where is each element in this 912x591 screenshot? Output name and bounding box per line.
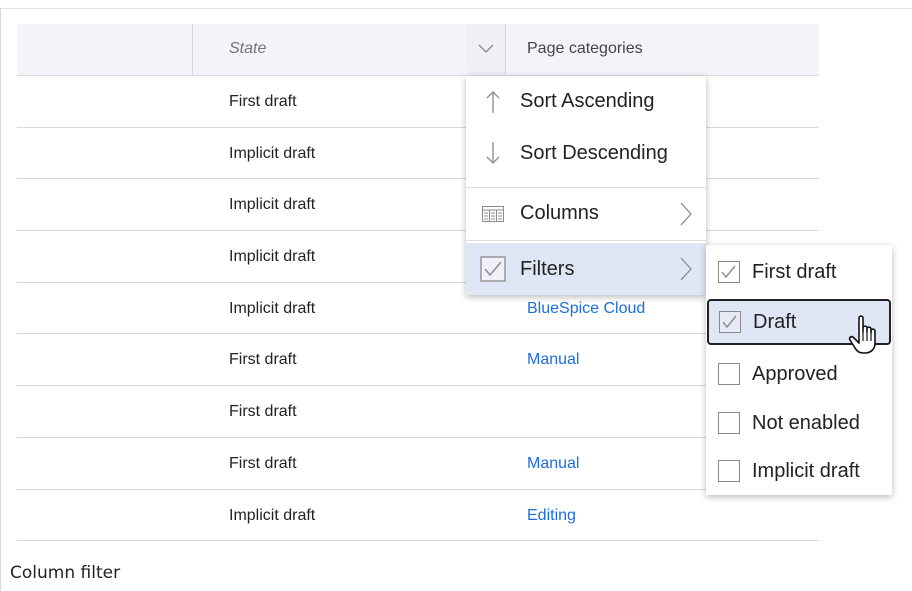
checkbox-checked-icon[interactable]	[718, 261, 740, 283]
cell-category-link[interactable]: Manual	[527, 438, 579, 489]
cell-state: Implicit draft	[229, 196, 316, 214]
header-separator	[505, 24, 506, 75]
checkbox-unchecked-icon[interactable]	[718, 460, 740, 482]
filter-option-implicit-draft[interactable]: Implicit draft	[706, 448, 892, 494]
table-row: First draft Manual	[17, 334, 819, 387]
menu-item-columns[interactable]: Columns	[466, 188, 706, 239]
cell-state: First draft	[229, 93, 297, 110]
filter-option-label: Approved	[752, 362, 838, 385]
column-header-state[interactable]: State	[229, 24, 266, 74]
checkbox-unchecked-icon[interactable]	[718, 363, 740, 385]
menu-item-label: Sort Descending	[520, 141, 668, 164]
cell-state: Implicit draft	[229, 299, 316, 317]
filter-option-label: Draft	[753, 310, 797, 333]
filter-option-label: Implicit draft	[752, 459, 860, 482]
header-separator	[192, 24, 193, 75]
chevron-right-icon	[666, 202, 706, 226]
menu-separator	[466, 240, 706, 241]
cell-state: First draft	[229, 403, 297, 421]
filters-submenu: First draft Draft Approved Not enabled I…	[706, 245, 892, 495]
filter-option-label: First draft	[752, 260, 837, 283]
cell-state: First draft	[229, 454, 297, 472]
table-row: First draft	[17, 386, 819, 438]
column-menu: Sort Ascending Sort Descending Columns F…	[466, 76, 706, 295]
columns-icon	[466, 205, 520, 222]
filter-option-label: Not enabled	[752, 411, 860, 434]
chevron-down-icon	[478, 41, 494, 59]
column-menu-trigger[interactable]	[467, 24, 505, 75]
menu-item-label: Columns	[520, 202, 599, 224]
menu-item-sort-ascending[interactable]: Sort Ascending	[466, 76, 706, 127]
menu-item-label: Sort Ascending	[520, 90, 655, 112]
menu-item-sort-descending[interactable]: Sort Descending	[466, 127, 706, 179]
menu-item-label: Filters	[520, 257, 575, 280]
cell-state: Implicit draft	[229, 144, 316, 162]
figure-caption: Column filter	[10, 563, 121, 583]
chevron-right-icon	[666, 257, 706, 281]
cell-state: Implicit draft	[229, 506, 316, 524]
arrow-up-icon	[466, 90, 520, 114]
grid-header: State Page categories	[17, 24, 819, 76]
checkbox-checked-icon	[466, 256, 520, 282]
cell-category-link[interactable]: Editing	[527, 490, 576, 541]
column-header-page-categories[interactable]: Page categories	[527, 24, 643, 74]
checkbox-unchecked-icon[interactable]	[718, 412, 740, 434]
cell-state: Implicit draft	[229, 248, 316, 266]
filter-option-not-enabled[interactable]: Not enabled	[706, 400, 892, 446]
table-row: Implicit draft Editing	[17, 490, 819, 542]
filter-option-approved[interactable]: Approved	[706, 351, 892, 397]
hand-pointer-cursor-icon	[848, 314, 882, 356]
filter-option-first-draft[interactable]: First draft	[706, 249, 892, 295]
checkbox-checked-icon[interactable]	[719, 311, 741, 333]
cell-category-link[interactable]: Manual	[527, 334, 579, 385]
table-row: First draft Manual	[17, 438, 819, 490]
menu-item-filters[interactable]: Filters	[466, 243, 706, 295]
cell-state: First draft	[229, 351, 297, 369]
arrow-down-icon	[466, 141, 520, 165]
